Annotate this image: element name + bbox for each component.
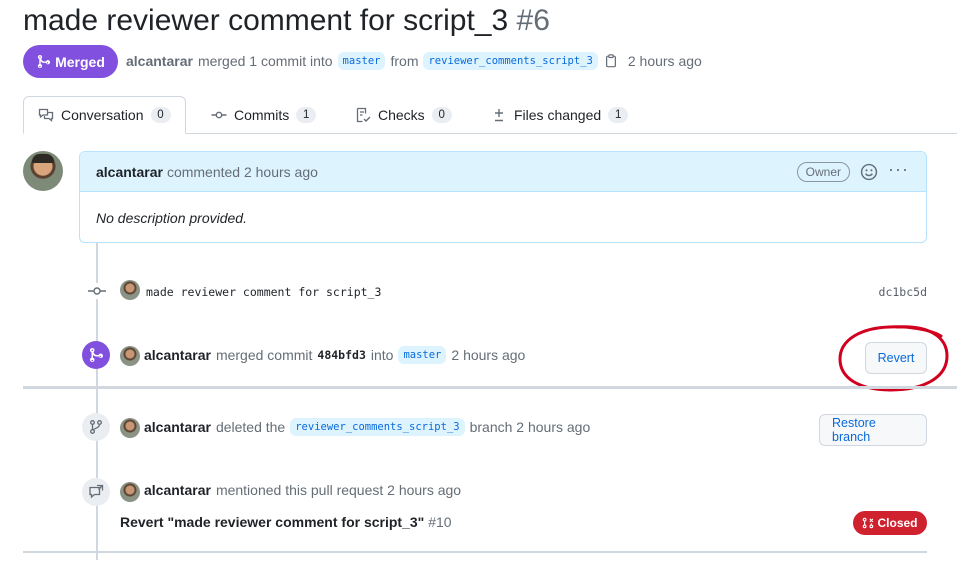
avatar[interactable] xyxy=(23,151,63,191)
smiley-icon[interactable] xyxy=(860,163,878,181)
status-badge: Merged xyxy=(23,45,118,78)
page-title: made reviewer comment for script_3 #6 xyxy=(23,4,550,38)
deleted-branch: reviewer_comments_script_3 xyxy=(290,418,465,436)
avatar[interactable] xyxy=(120,346,140,366)
git-branch-icon xyxy=(82,413,110,441)
avatar[interactable] xyxy=(120,482,140,502)
comment-box: alcantarar commented 2 hours ago Owner ·… xyxy=(79,151,927,243)
merge-event: alcantarar merged commit 484bfd3 into ma… xyxy=(144,346,525,364)
avatar[interactable] xyxy=(120,280,140,300)
copy-icon[interactable] xyxy=(603,53,619,69)
tab-count: 0 xyxy=(431,107,452,123)
git-merge-icon xyxy=(82,341,110,369)
merge-text: merged 1 commit into xyxy=(197,53,333,69)
closed-badge: Closed xyxy=(853,511,927,535)
merge-text: merged commit xyxy=(215,347,313,363)
avatar[interactable] xyxy=(120,418,140,438)
referenced-pr-number[interactable]: #10 xyxy=(428,514,451,530)
tab-label: Conversation xyxy=(61,107,144,123)
author-link[interactable]: alcantarar xyxy=(126,53,193,69)
base-branch[interactable]: master xyxy=(398,346,447,364)
commit-message[interactable]: made reviewer comment for script_3 xyxy=(146,285,381,299)
event-author[interactable]: alcantarar xyxy=(144,347,211,363)
event-author[interactable]: alcantarar xyxy=(144,482,211,498)
comment-action: commented 2 hours ago xyxy=(166,163,318,180)
tab-checks[interactable]: Checks 0 xyxy=(341,96,466,134)
event-author[interactable]: alcantarar xyxy=(144,419,211,435)
tab-files-changed[interactable]: Files changed 1 xyxy=(477,96,642,134)
branch-time-text: branch 2 hours ago xyxy=(469,419,591,435)
cross-reference-icon xyxy=(82,478,110,506)
referenced-pr-title[interactable]: Revert "made reviewer comment for script… xyxy=(120,514,424,530)
merge-sha[interactable]: 484bfd3 xyxy=(317,348,365,362)
tab-count: 0 xyxy=(150,107,171,123)
merge-time: 2 hours ago xyxy=(451,347,526,363)
pr-meta: alcantarar merged 1 commit into master f… xyxy=(126,52,702,70)
from-text: from xyxy=(390,53,419,69)
into-text: into xyxy=(370,347,394,363)
git-commit-icon xyxy=(87,283,107,299)
status-label: Merged xyxy=(55,53,105,70)
timeline-divider xyxy=(23,551,927,553)
tab-label: Commits xyxy=(234,107,290,123)
git-commit-icon xyxy=(211,111,227,119)
pr-time: 2 hours ago xyxy=(627,53,702,69)
comment-body: No description provided. xyxy=(96,210,247,226)
owner-badge: Owner xyxy=(796,162,850,182)
closed-label: Closed xyxy=(877,516,918,530)
git-merge-icon xyxy=(37,54,51,69)
comment-author[interactable]: alcantarar xyxy=(96,164,163,180)
timeline-divider xyxy=(23,386,957,389)
annotation-circle xyxy=(838,325,949,392)
tab-count: 1 xyxy=(296,107,317,123)
tab-commits[interactable]: Commits 1 xyxy=(197,96,330,134)
tab-conversation[interactable]: Conversation 0 xyxy=(23,96,186,134)
head-branch[interactable]: reviewer_comments_script_3 xyxy=(423,52,598,70)
delete-branch-event: alcantarar deleted the reviewer_comments… xyxy=(144,418,590,436)
pr-title: made reviewer comment for script_3 xyxy=(23,4,509,37)
mention-event: alcantarar mentioned this pull request 2… xyxy=(144,482,461,498)
git-pull-request-closed-icon xyxy=(863,517,874,529)
pr-number: #6 xyxy=(516,4,550,37)
comment-discussion-icon xyxy=(38,108,54,122)
mention-text: mentioned this pull request 2 hours ago xyxy=(215,482,462,498)
commit-sha[interactable]: dc1bc5d xyxy=(879,285,927,299)
tab-label: Files changed xyxy=(514,107,602,123)
tab-count: 1 xyxy=(608,107,629,123)
base-branch[interactable]: master xyxy=(337,52,386,70)
deleted-text: deleted the xyxy=(215,419,286,435)
tab-label: Checks xyxy=(378,107,425,123)
referenced-pr[interactable]: Revert "made reviewer comment for script… xyxy=(120,514,452,530)
kebab-horizontal-icon[interactable]: ··· xyxy=(888,160,908,182)
checklist-icon xyxy=(356,107,371,123)
restore-branch-button[interactable]: Restore branch xyxy=(819,414,927,446)
file-diff-icon xyxy=(495,109,503,122)
